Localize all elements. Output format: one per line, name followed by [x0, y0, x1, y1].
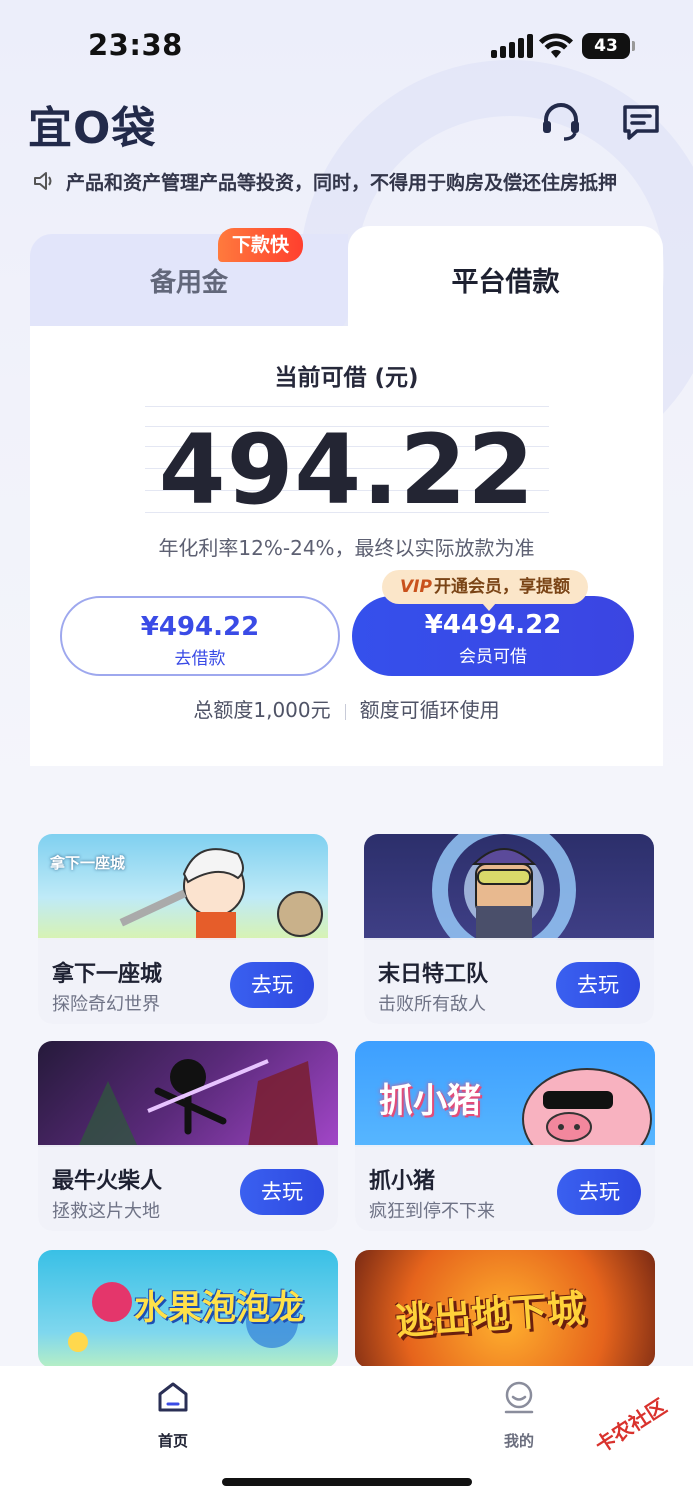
game-card[interactable]: 抓小猪 抓小猪 疯狂到停不下来 去玩 — [355, 1041, 655, 1231]
game-name: 末日特工队 — [378, 962, 489, 987]
speaker-icon — [34, 172, 52, 190]
game-name: 拿下一座城 — [52, 962, 163, 987]
agent-art-icon — [432, 834, 576, 962]
cellular-signal-icon — [491, 34, 533, 58]
fast-payout-badge: 下款快 — [218, 228, 304, 262]
borrow-button-amount: ¥494.22 — [140, 612, 260, 642]
game-desc: 拯救这片大地 — [52, 1201, 160, 1222]
game-info: 抓小猪 疯狂到停不下来 去玩 — [355, 1145, 655, 1231]
game-info: 末日特工队 击败所有敌人 去玩 — [364, 938, 654, 1024]
stickman-art-icon — [78, 1059, 318, 1147]
available-title: 当前可借 (元) — [274, 365, 419, 391]
game-art-title: 逃出地下城 — [393, 1286, 587, 1344]
vip-tooltip-text: 开通会员，享提额 — [433, 577, 570, 597]
game-name: 最牛火柴人 — [52, 1169, 163, 1194]
divider — [344, 703, 346, 720]
game-art-title: 拿下一座城 — [50, 854, 126, 872]
game-card[interactable]: 末日特工队 击败所有敌人 去玩 — [364, 834, 654, 1024]
knight-art-icon — [119, 848, 323, 940]
nav-home-label: 首页 — [157, 1432, 188, 1450]
notice-text: 产品和资产管理产品等投资，同时，不得用于购房及偿还住房抵押 — [66, 171, 618, 194]
rate-note: 年化利率12%-24%，最终以实际放款为准 — [158, 536, 535, 560]
battery-icon: 43 — [582, 33, 635, 59]
home-icon — [158, 1382, 188, 1412]
customer-service-icon[interactable] — [540, 100, 582, 142]
vip-button-amount: ¥4494.22 — [424, 610, 562, 640]
loan-card: 备用金 下款快 平台借款 当前可借 (元) 494.22 年化利率12%-24%… — [30, 226, 663, 766]
game-art — [364, 834, 654, 962]
game-card[interactable]: 水果泡泡龙 — [38, 1250, 338, 1368]
vip-badge: VIP — [400, 577, 432, 597]
game-name: 抓小猪 — [369, 1169, 436, 1194]
game-art: 水果泡泡龙 — [38, 1250, 338, 1368]
quota-note: 额度可循环使用 — [359, 698, 500, 722]
game-desc: 击败所有敌人 — [378, 994, 486, 1015]
nav-mine-label: 我的 — [503, 1432, 534, 1450]
game-art: 抓小猪 — [355, 1041, 655, 1170]
game-card[interactable]: 逃出地下城 — [355, 1250, 655, 1368]
status-time: 23:38 — [88, 28, 183, 62]
game-art — [38, 1041, 338, 1147]
nav-home[interactable]: 首页 — [113, 1380, 233, 1451]
play-button[interactable]: 去玩 — [230, 962, 314, 1008]
game-card[interactable]: 最牛火柴人 拯救这片大地 去玩 — [38, 1041, 338, 1231]
borrow-button-label: 去借款 — [174, 649, 226, 669]
tab-platform-loan-label: 平台借款 — [451, 267, 560, 298]
game-art-title: 抓小猪 — [379, 1081, 481, 1121]
game-art-title: 水果泡泡龙 — [134, 1288, 304, 1328]
game-card[interactable]: 拿下一座城 拿下一座城 探险奇幻世界 去玩 — [38, 834, 328, 1024]
quota-info: 总额度1,000元 额度可循环使用 — [30, 694, 663, 723]
app-logo: 宜O袋 — [28, 103, 157, 154]
message-icon[interactable] — [620, 102, 662, 142]
game-art: 逃出地下城 — [355, 1250, 655, 1368]
play-button[interactable]: 去玩 — [557, 1169, 641, 1215]
home-indicator — [222, 1478, 472, 1486]
tab-reserve-fund-label: 备用金 — [149, 268, 228, 298]
play-button[interactable]: 去玩 — [556, 962, 640, 1008]
game-art: 拿下一座城 — [38, 834, 328, 940]
profile-icon — [504, 1381, 534, 1414]
game-desc: 疯狂到停不下来 — [369, 1201, 495, 1222]
vip-tooltip: VIP 开通会员，享提额 — [382, 570, 588, 611]
amount-area: 494.22 — [145, 406, 549, 526]
game-info: 最牛火柴人 拯救这片大地 去玩 — [38, 1145, 338, 1231]
notice-bar: 产品和资产管理产品等投资，同时，不得用于购房及偿还住房抵押 — [32, 166, 662, 196]
wifi-icon — [539, 33, 573, 58]
available-amount: 494.22 — [158, 414, 536, 526]
game-desc: 探险奇幻世界 — [52, 994, 160, 1015]
status-bar: 23:38 43 — [0, 0, 693, 90]
nav-mine[interactable]: 我的 — [459, 1380, 579, 1451]
game-info: 拿下一座城 探险奇幻世界 去玩 — [38, 938, 328, 1024]
quota-total: 总额度1,000元 — [193, 698, 331, 722]
borrow-button[interactable]: ¥494.22 去借款 — [60, 596, 340, 676]
play-button[interactable]: 去玩 — [240, 1169, 324, 1215]
vip-button-label: 会员可借 — [459, 647, 527, 667]
